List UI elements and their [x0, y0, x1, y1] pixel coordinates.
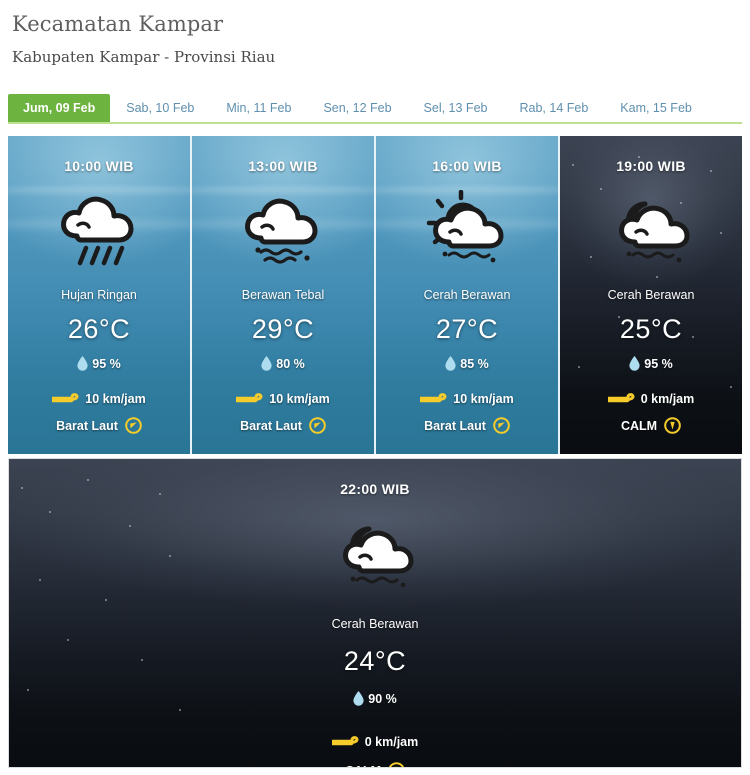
forecast-humidity: 95 % — [77, 356, 121, 371]
forecast-temperature: 24°C — [343, 646, 407, 676]
forecast-time: 16:00 WIB — [432, 158, 502, 174]
forecast-time: 22:00 WIB — [340, 481, 410, 497]
forecast-wind-direction: CALM — [621, 417, 681, 434]
forecast-temperature: 26°C — [67, 314, 131, 344]
droplet-icon — [261, 356, 272, 371]
humidity-value: 90 % — [368, 691, 397, 706]
forecast-condition: Cerah Berawan — [423, 288, 511, 302]
sun-cloud-icon — [421, 188, 513, 280]
compass-arrow-icon — [125, 417, 142, 434]
page-title: Kecamatan Kampar — [12, 12, 224, 36]
date-tab-2[interactable]: Min, 11 Feb — [210, 94, 307, 122]
wind-speed-value: 0 km/jam — [640, 391, 695, 406]
moon-cloud-icon — [619, 201, 690, 263]
forecast-humidity: 90 % — [353, 691, 397, 706]
droplet-icon — [629, 356, 640, 371]
wind-speed-value: 10 km/jam — [269, 391, 330, 406]
humidity-value: 95 % — [92, 356, 121, 371]
wind-icon — [420, 393, 447, 403]
date-tab-3[interactable]: Sen, 12 Feb — [307, 94, 407, 122]
date-tab-4[interactable]: Sel, 13 Feb — [408, 94, 504, 122]
forecast-humidity: 85 % — [445, 356, 489, 371]
wind-icon — [331, 736, 359, 746]
forecast-humidity: 95 % — [629, 356, 673, 371]
moon-cloud-icon — [605, 188, 697, 280]
forecast-card-wide[interactable]: 22:00 WIB Cerah Berawan 24°C 90 % 0 km/jam CA… — [8, 458, 742, 768]
forecast-condition: Hujan Ringan — [61, 288, 137, 302]
wind-speed-value: 10 km/jam — [85, 391, 146, 406]
forecast-card-3[interactable]: 19:00 WIB Cerah Berawan 25°C 95 % 0 km/jam CA… — [560, 136, 742, 454]
forecast-wind-direction: Barat Laut — [424, 417, 510, 434]
page-subtitle: Kabupaten Kampar - Provinsi Riau — [12, 48, 276, 66]
rain-cloud-icon — [53, 188, 145, 280]
calm-compass-icon — [664, 417, 681, 434]
wind-direction-value: CALM — [345, 764, 381, 768]
wind-direction-value: Barat Laut — [56, 418, 118, 433]
forecast-wind-direction: Barat Laut — [56, 417, 142, 434]
wind-speed-value: 0 km/jam — [364, 734, 419, 749]
forecast-wind-speed: 0 km/jam — [331, 734, 419, 749]
forecast-wind-speed: 0 km/jam — [607, 391, 695, 406]
forecast-time: 19:00 WIB — [616, 158, 686, 174]
thick-cloud-icon — [237, 188, 329, 280]
date-tab-1[interactable]: Sab, 10 Feb — [110, 94, 210, 122]
forecast-wind-speed: 10 km/jam — [420, 391, 514, 406]
forecast-wind-direction: CALM — [345, 762, 405, 768]
forecast-card-1[interactable]: 13:00 WIB Berawan Tebal 29°C 80 % 10 km/jam B… — [192, 136, 376, 454]
compass-arrow-icon — [309, 417, 326, 434]
forecast-time: 13:00 WIB — [248, 158, 318, 174]
moon-cloud-icon — [343, 526, 414, 588]
date-tab-5[interactable]: Rab, 14 Feb — [503, 94, 604, 122]
weather-forecast-page: Kecamatan Kampar Kabupaten Kampar - Prov… — [0, 0, 750, 775]
forecast-humidity: 80 % — [261, 356, 305, 371]
compass-arrow-icon — [493, 417, 510, 434]
wind-icon — [236, 393, 263, 403]
thick-cloud-icon — [245, 198, 318, 264]
humidity-value: 95 % — [644, 356, 673, 371]
date-tab-0[interactable]: Jum, 09 Feb — [8, 94, 111, 122]
date-tab-6[interactable]: Kam, 15 Feb — [604, 94, 708, 122]
wind-icon — [607, 393, 635, 403]
rain-cloud-icon — [61, 196, 134, 266]
droplet-icon — [353, 691, 364, 706]
wind-icon — [52, 393, 79, 403]
droplet-icon — [445, 356, 456, 371]
forecast-condition: Cerah Berawan — [331, 617, 419, 631]
forecast-card-2[interactable]: 16:00 WIB Cerah Berawan 27°C 85 % 10 km/jam B… — [376, 136, 560, 454]
calm-compass-icon — [389, 762, 405, 767]
forecast-temperature: 29°C — [251, 314, 315, 344]
humidity-value: 80 % — [276, 356, 305, 371]
wind-direction-value: CALM — [620, 418, 658, 433]
page-header: Kecamatan Kampar Kabupaten Kampar - Prov… — [0, 0, 750, 67]
forecast-condition: Berawan Tebal — [241, 288, 325, 302]
wind-direction-value: Barat Laut — [424, 418, 486, 433]
forecast-wind-speed: 10 km/jam — [236, 391, 330, 406]
wind-direction-value: Barat Laut — [240, 418, 302, 433]
date-tab-bar: Jum, 09 Feb Sab, 10 Feb Min, 11 Feb Sen, 12… — [8, 94, 742, 124]
wind-speed-value: 10 km/jam — [453, 391, 514, 406]
moon-cloud-icon — [329, 515, 421, 603]
forecast-condition: Cerah Berawan — [607, 288, 695, 302]
forecast-temperature: 25°C — [619, 314, 683, 344]
humidity-value: 85 % — [460, 356, 489, 371]
forecast-cards-row: 10:00 WIB Hujan Ringan 26°C 95 % 10 km/jam Ba… — [8, 136, 742, 454]
forecast-card-0[interactable]: 10:00 WIB Hujan Ringan 26°C 95 % 10 km/jam Ba… — [8, 136, 192, 454]
forecast-time: 10:00 WIB — [64, 158, 134, 174]
forecast-temperature: 27°C — [435, 314, 499, 344]
forecast-wind-direction: Barat Laut — [240, 417, 326, 434]
droplet-icon — [77, 356, 88, 371]
forecast-wind-speed: 10 km/jam — [52, 391, 146, 406]
sun-cloud-icon — [426, 190, 504, 263]
